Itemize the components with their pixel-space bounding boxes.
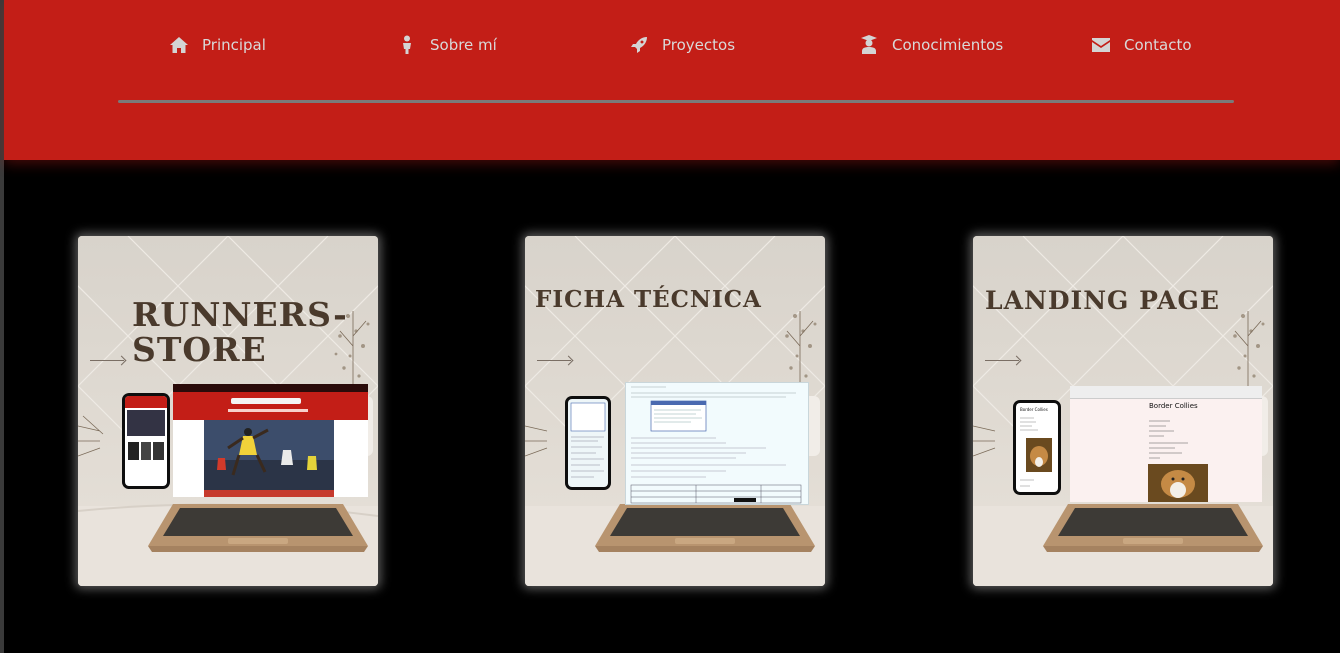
project-title-line2: STORE: [132, 329, 267, 369]
laptop-screen-preview: [625, 382, 809, 505]
nav-conocimientos-label: Conocimientos: [892, 36, 1004, 54]
header: Principal Sobre mí Proyectos Conocimient…: [4, 0, 1340, 160]
laptop-screen-preview: [173, 384, 368, 497]
arrow-decoration: [985, 360, 1019, 361]
header-divider: [118, 100, 1234, 103]
nav-proyectos-label: Proyectos: [662, 36, 736, 54]
main-nav: Principal Sobre mí Proyectos Conocimient…: [4, 30, 1340, 60]
project-card-ficha-tecnica[interactable]: FICHA TÉCNICA: [525, 236, 825, 586]
project-title: LANDING PAGE: [985, 286, 1273, 315]
person-icon: [396, 34, 418, 56]
nav-principal-label: Principal: [202, 36, 266, 54]
graduate-icon: [858, 34, 880, 56]
project-card-runners-store[interactable]: RUNNERS- STORE: [78, 236, 378, 586]
nav-contacto-label: Contacto: [1124, 36, 1192, 54]
nav-proyectos[interactable]: Proyectos: [628, 30, 735, 60]
home-icon: [168, 34, 190, 56]
project-title-line1: LANDING PAGE: [985, 286, 1220, 315]
arrow-decoration: [537, 360, 571, 361]
nav-principal[interactable]: Principal: [168, 30, 266, 60]
rocket-icon: [628, 34, 650, 56]
nav-sobre-mi-label: Sobre mí: [430, 36, 497, 54]
project-title: RUNNERS- STORE: [132, 295, 372, 369]
project-card-landing-page[interactable]: LANDING PAGE Border Collies Border Colli…: [973, 236, 1273, 586]
arrow-decoration: [90, 360, 124, 361]
nav-conocimientos[interactable]: Conocimientos: [858, 30, 1003, 60]
envelope-icon: [1090, 34, 1112, 56]
phone-mockup: [122, 393, 170, 489]
laptop-screen-preview: Border Collies: [1070, 386, 1262, 502]
phone-mockup: Border Collies: [1013, 400, 1061, 495]
nav-sobre-mi[interactable]: Sobre mí: [396, 30, 497, 60]
project-title: FICHA TÉCNICA: [535, 286, 825, 313]
project-title-line1: RUNNERS-: [132, 295, 348, 334]
nav-contacto[interactable]: Contacto: [1090, 30, 1192, 60]
phone-heading: Border Collies: [1020, 407, 1048, 412]
phone-mockup: [565, 396, 611, 490]
project-title-line1: FICHA TÉCNICA: [535, 286, 762, 313]
portfolio-page: Principal Sobre mí Proyectos Conocimient…: [0, 0, 1340, 653]
